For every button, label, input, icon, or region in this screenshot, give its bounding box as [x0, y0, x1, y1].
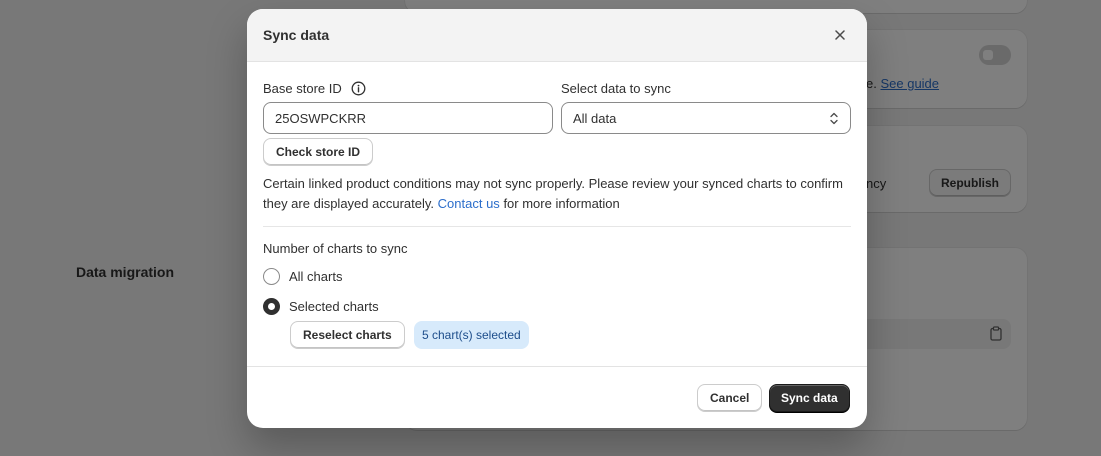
- modal-header: Sync data: [247, 9, 867, 62]
- sync-data-modal: Sync data Base store ID Select data to s…: [247, 9, 867, 428]
- footer-divider: [247, 366, 867, 367]
- divider: [263, 226, 851, 227]
- close-icon: [835, 30, 845, 40]
- radio-selected-charts[interactable]: Selected charts: [263, 298, 379, 315]
- chevron-up-down-icon: [830, 112, 838, 125]
- check-store-id-button[interactable]: Check store ID: [263, 138, 374, 166]
- reselect-charts-button[interactable]: Reselect charts: [290, 321, 405, 349]
- select-data-label: Select data to sync: [561, 81, 671, 96]
- radio-button[interactable]: [263, 268, 280, 285]
- cancel-button[interactable]: Cancel: [697, 384, 763, 412]
- data-sync-select[interactable]: All data: [561, 102, 851, 134]
- base-store-id-label: Base store ID: [263, 81, 342, 96]
- base-store-id-input[interactable]: [263, 102, 553, 134]
- radio-label: All charts: [289, 269, 343, 284]
- contact-us-link[interactable]: Contact us: [438, 196, 500, 211]
- radio-all-charts[interactable]: All charts: [263, 268, 342, 285]
- radio-label: Selected charts: [289, 299, 379, 314]
- close-button[interactable]: [830, 25, 850, 45]
- sync-notice: Certain linked product conditions may no…: [263, 176, 843, 211]
- select-value: All data: [573, 110, 617, 126]
- charts-count-label: Number of charts to sync: [263, 241, 408, 256]
- selected-count-badge: 5 chart(s) selected: [414, 321, 529, 349]
- radio-button-checked[interactable]: [263, 298, 280, 315]
- modal-title: Sync data: [263, 27, 330, 43]
- info-icon[interactable]: [351, 81, 366, 96]
- sync-data-button[interactable]: Sync data: [769, 384, 850, 412]
